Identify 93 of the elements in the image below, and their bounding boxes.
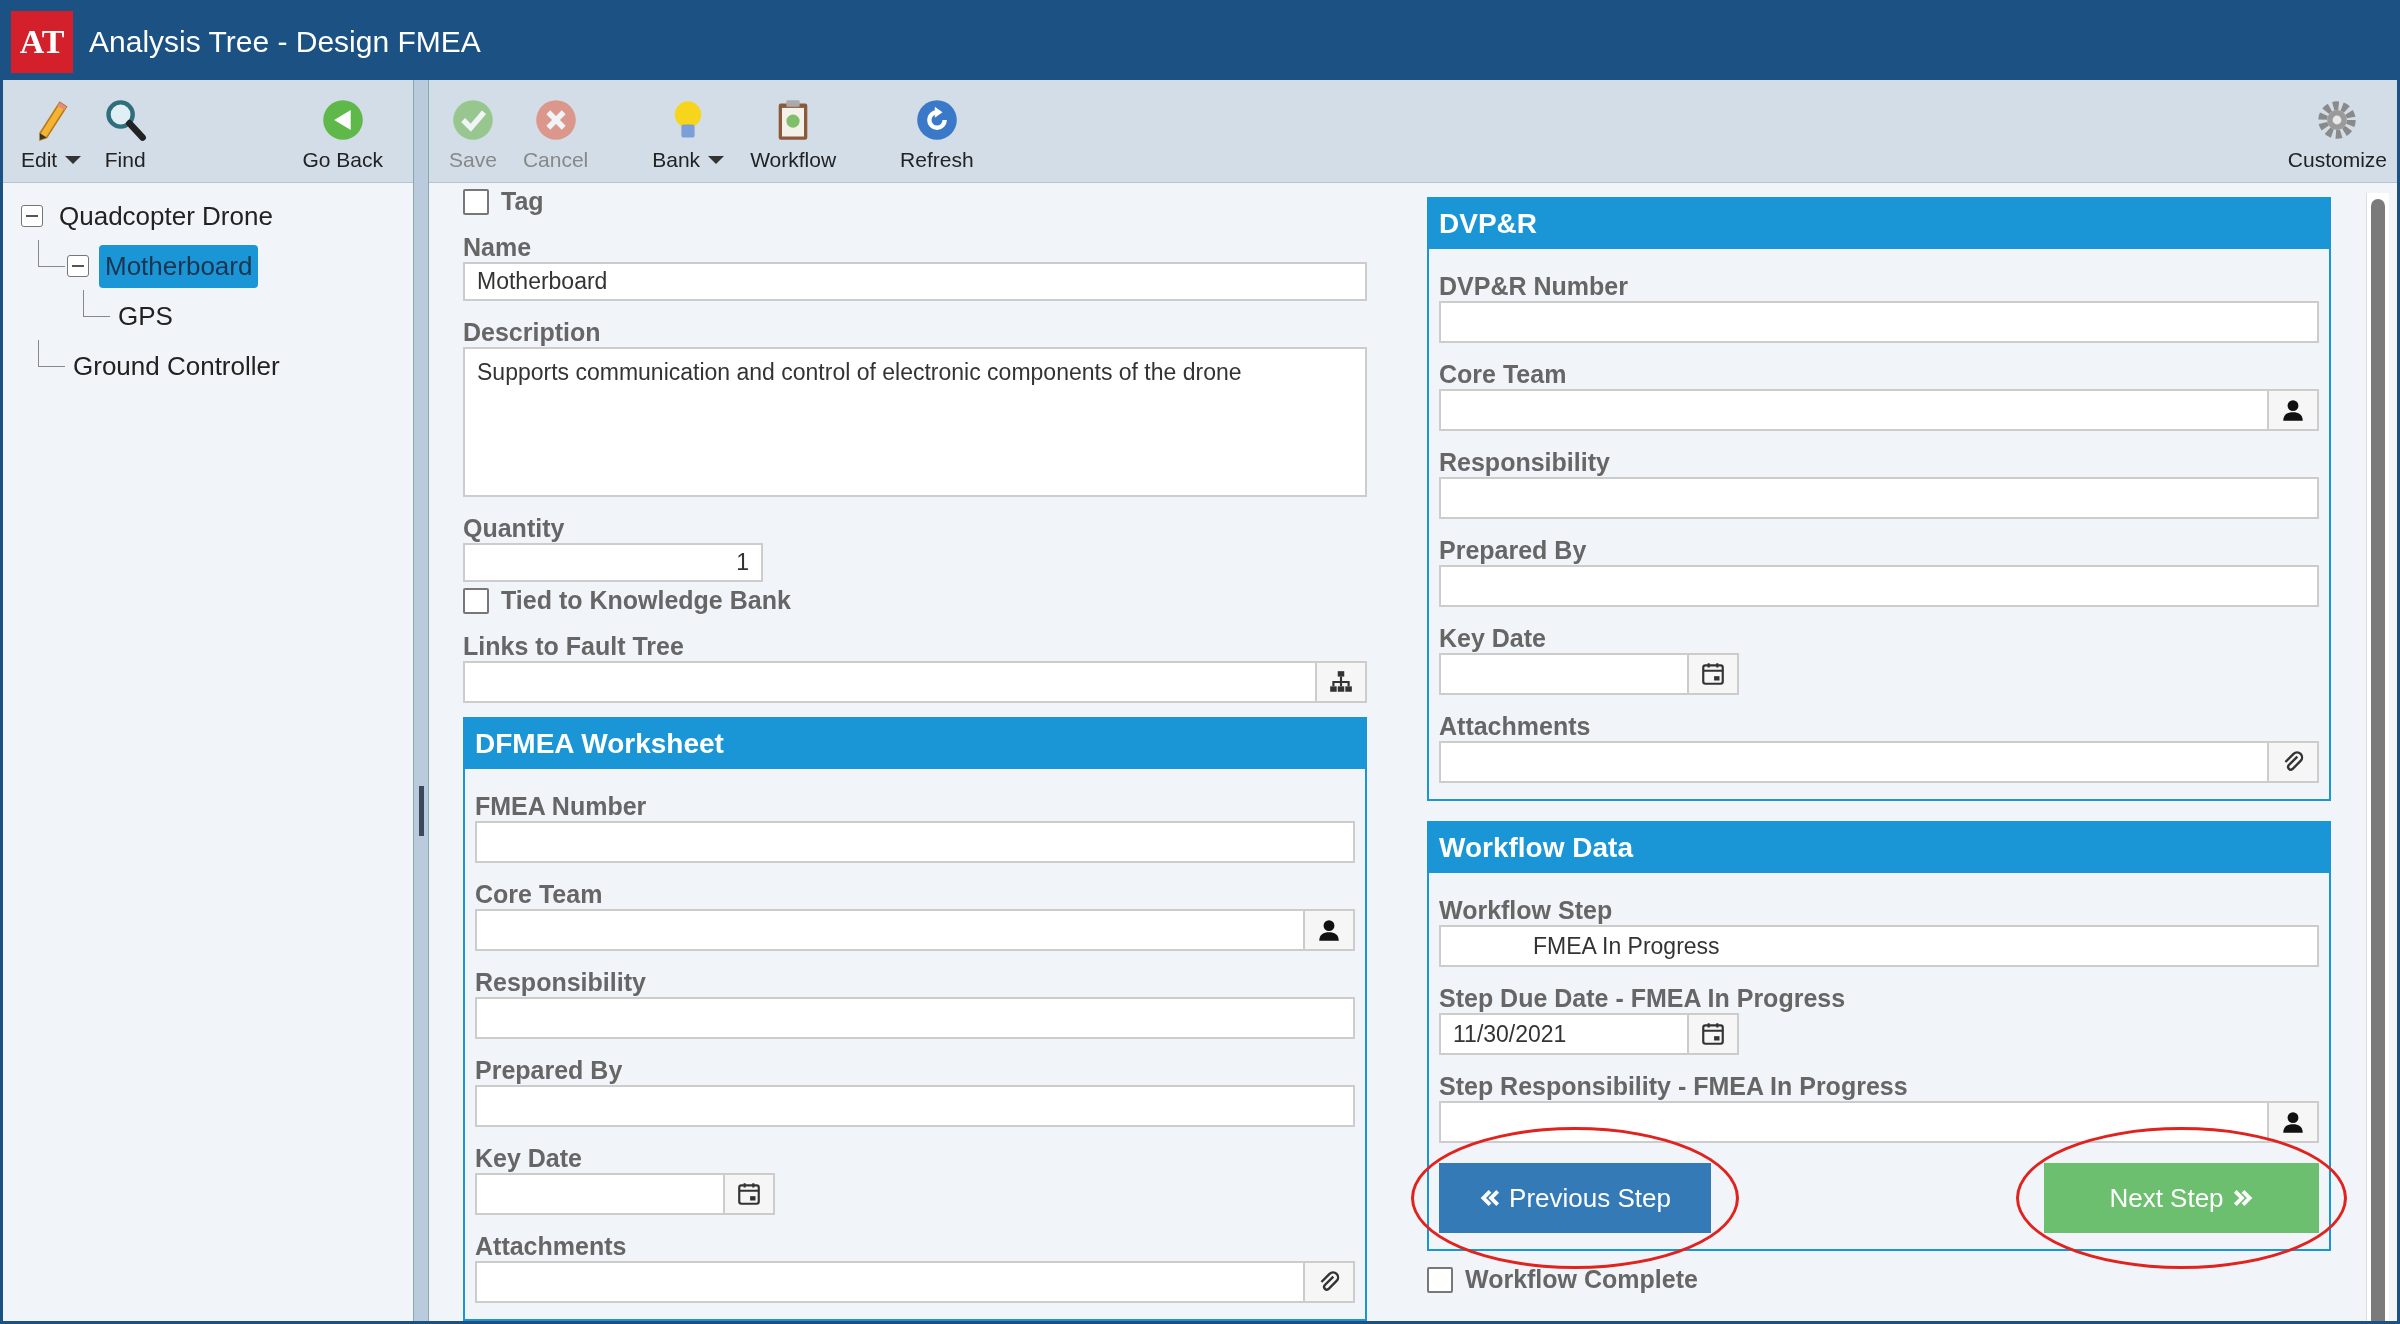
fault-tree-link-field[interactable] xyxy=(463,661,1317,703)
field-label: Core Team xyxy=(475,880,604,909)
text-field[interactable] xyxy=(1439,301,2319,343)
text-field[interactable] xyxy=(475,909,1305,951)
text-field[interactable] xyxy=(1439,565,2319,607)
field-label: Core Team xyxy=(1439,360,1568,389)
caret-icon xyxy=(708,156,725,164)
field-label: Responsibility xyxy=(1439,448,1611,477)
tree-item[interactable]: GPS xyxy=(112,294,179,338)
hierarchy-icon xyxy=(1328,669,1354,695)
cancel-icon xyxy=(533,98,578,142)
tree-connector-line xyxy=(38,239,65,267)
user-picker-button[interactable] xyxy=(2269,1101,2319,1143)
refresh-icon xyxy=(914,98,959,142)
text-field[interactable]: 11/30/2021 xyxy=(1439,1013,1689,1055)
field-label: Prepared By xyxy=(1439,536,1588,565)
field-label: Responsibility xyxy=(475,968,647,997)
collapse-icon[interactable] xyxy=(21,205,43,227)
hierarchy-button[interactable] xyxy=(1317,661,1367,703)
attach-button[interactable] xyxy=(1305,1261,1355,1303)
field-label: FMEA Number xyxy=(475,792,648,821)
splitter-handle[interactable] xyxy=(418,785,424,836)
field-label: DVP&R Number xyxy=(1439,272,1629,301)
panel-title: Workflow Data xyxy=(1429,823,2329,873)
toolbar-button[interactable]: Workflow xyxy=(750,98,837,172)
quantity-field[interactable]: 1 xyxy=(463,543,763,582)
tree-item[interactable]: Quadcopter Drone xyxy=(53,194,279,238)
window-title: Analysis Tree - Design FMEA xyxy=(89,24,481,59)
toolbar-button[interactable]: Refresh xyxy=(900,98,974,172)
double-chevron-left-icon xyxy=(1479,1187,1502,1209)
text-field[interactable] xyxy=(1439,389,2269,431)
field-label: Name xyxy=(463,233,533,262)
app-logo: AT xyxy=(11,10,73,73)
text-field[interactable] xyxy=(475,821,1355,863)
caret-icon xyxy=(65,156,82,164)
checkbox-label: Workflow Complete xyxy=(1465,1265,1698,1294)
calendar-icon xyxy=(736,1181,762,1207)
field-label: Workflow Step xyxy=(1439,896,1614,925)
date-picker-button[interactable] xyxy=(725,1173,775,1215)
check-icon xyxy=(450,98,495,142)
field-label: Prepared By xyxy=(475,1056,624,1085)
user-picker-button[interactable] xyxy=(1305,909,1355,951)
text-field[interactable] xyxy=(1439,653,1689,695)
description-field[interactable]: Supports communication and control of electronic components of the drone xyxy=(463,346,1367,498)
toolbar-button[interactable]: Find xyxy=(103,98,148,172)
text-field[interactable] xyxy=(475,1173,725,1215)
knowledge-bank-checkbox[interactable] xyxy=(463,587,489,614)
toolbar-button[interactable]: Bank xyxy=(652,98,725,172)
date-picker-button[interactable] xyxy=(1689,653,1739,695)
toolbar-button[interactable]: Edit xyxy=(21,98,82,172)
text-field[interactable] xyxy=(1439,1101,2269,1143)
double-chevron-right-icon xyxy=(2231,1187,2254,1209)
tree-connector-line xyxy=(38,339,65,367)
text-field[interactable] xyxy=(1439,741,2269,783)
tree-connector-line xyxy=(83,289,110,317)
toolbar-button[interactable]: Go Back xyxy=(302,98,383,172)
text-field[interactable] xyxy=(1439,477,2319,519)
text-field[interactable]: FMEA In Progress xyxy=(1439,925,2319,967)
checkbox-label: Tag xyxy=(501,187,544,216)
user-picker-button[interactable] xyxy=(2269,389,2319,431)
calendar-icon xyxy=(1700,1021,1726,1047)
field-label: Quantity xyxy=(463,514,566,544)
panel-title: DFMEA Worksheet xyxy=(465,719,1365,769)
workflow-complete-checkbox[interactable] xyxy=(1427,1266,1453,1293)
name-field[interactable]: Motherboard xyxy=(463,262,1367,301)
toolbar-button[interactable]: Customize xyxy=(2287,98,2387,172)
calendar-icon xyxy=(1700,661,1726,687)
field-label: Key Date xyxy=(1439,624,1547,653)
attach-button[interactable] xyxy=(2269,741,2319,783)
checkbox-label: Tied to Knowledge Bank xyxy=(501,586,791,615)
step-button[interactable]: Previous Step xyxy=(1439,1163,1711,1233)
person-icon xyxy=(2280,1109,2306,1135)
text-field[interactable] xyxy=(475,1261,1305,1303)
text-field[interactable] xyxy=(475,997,1355,1039)
field-label: Links to Fault Tree xyxy=(463,632,685,661)
text-field[interactable] xyxy=(475,1085,1355,1127)
back-icon xyxy=(320,98,365,142)
search-icon xyxy=(103,98,148,142)
scrollbar[interactable] xyxy=(2371,199,2385,1321)
tree-item[interactable]: Ground Controller xyxy=(67,344,286,388)
person-icon xyxy=(2280,397,2306,423)
field-label: Step Due Date - FMEA In Progress xyxy=(1439,984,1847,1013)
person-icon xyxy=(1316,917,1342,943)
field-label: Attachments xyxy=(1439,712,1592,741)
tree-item[interactable]: Motherboard xyxy=(99,244,259,288)
date-picker-button[interactable] xyxy=(1689,1013,1739,1055)
collapse-icon[interactable] xyxy=(67,255,89,277)
field-label: Step Responsibility - FMEA In Progress xyxy=(1439,1072,1909,1101)
field-label: Key Date xyxy=(475,1144,583,1173)
field-label: Description xyxy=(463,317,602,347)
panel-title: DVP&R xyxy=(1429,199,2329,249)
field-label: Attachments xyxy=(475,1232,628,1261)
tag-checkbox[interactable] xyxy=(463,188,489,215)
